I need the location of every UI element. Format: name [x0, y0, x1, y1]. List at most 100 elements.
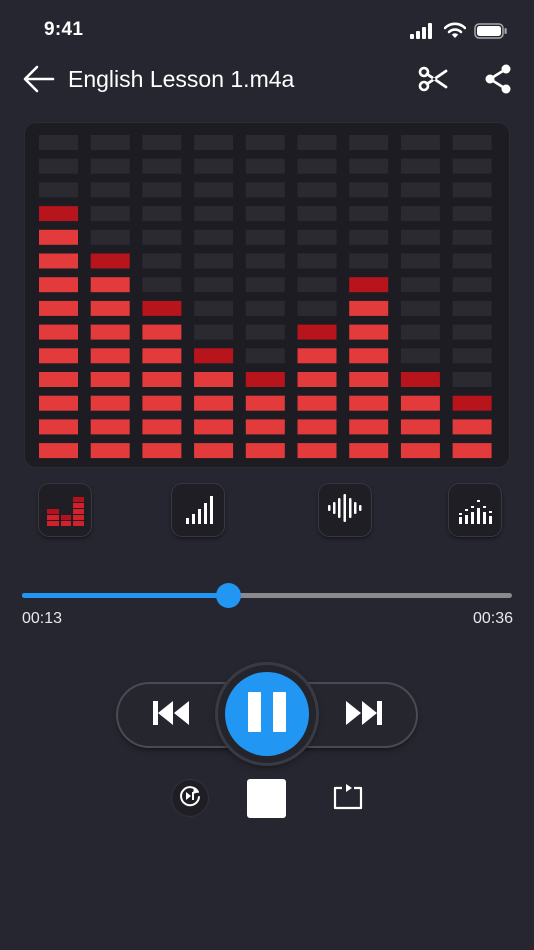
equalizer-segment: [90, 158, 130, 174]
equalizer-segment: [452, 348, 492, 364]
equalizer-segment: [297, 206, 337, 222]
next-button[interactable]: [333, 690, 395, 740]
page-title: English Lesson 1.m4a: [68, 66, 295, 92]
progress-thumb[interactable]: [215, 583, 241, 608]
equalizer-segment-lit: [142, 300, 182, 316]
pause-button[interactable]: [225, 672, 309, 756]
signal-bars-icon: [178, 488, 218, 533]
equalizer-segment: [194, 277, 234, 293]
status-time: 9:41: [44, 19, 84, 40]
equalizer-segment: [245, 229, 285, 245]
trim-button[interactable]: [414, 62, 452, 100]
equalizer-segment: [90, 135, 130, 150]
equalizer-segment: [194, 229, 234, 245]
replay-icon: [177, 783, 203, 814]
equalizer-segment: [452, 182, 492, 198]
equalizer-segment: [194, 182, 234, 198]
equalizer-segment-lit: [39, 443, 78, 459]
equalizer-segment: [452, 135, 492, 150]
equalizer-segment-lit: [194, 443, 234, 459]
equalizer-segment-lit: [39, 277, 78, 293]
header: English Lesson 1.m4a: [0, 58, 534, 104]
equalizer-segment-lit: [142, 443, 182, 459]
equalizer-segment: [452, 372, 492, 387]
equalizer-segment: [245, 277, 285, 293]
status-bar: 9:41: [0, 0, 534, 60]
equalizer-segment-lit: [90, 443, 130, 459]
equalizer-segment: [400, 158, 440, 174]
equalizer-segment-lit: [349, 443, 389, 459]
equalizer-segment: [194, 300, 234, 316]
wave-mode-button[interactable]: [319, 484, 371, 536]
equalizer-segment-lit: [39, 324, 78, 340]
equalizer-segment: [349, 158, 389, 174]
repeat-icon: [332, 782, 364, 815]
equalizer-segment: [297, 300, 337, 316]
status-icons: [410, 22, 508, 44]
equalizer-segment-lit: [349, 324, 389, 340]
back-button[interactable]: [22, 64, 56, 98]
equalizer-segment: [90, 182, 130, 198]
equalizer-segment-lit: [400, 395, 440, 411]
equalizer-segment: [245, 135, 285, 150]
equalizer-segment: [142, 229, 182, 245]
equalizer-segment: [297, 253, 337, 269]
equalizer-segment: [245, 182, 285, 198]
equalizer-segment-lit: [349, 395, 389, 411]
skip-forward-icon: [345, 699, 383, 732]
equalizer-segment: [142, 158, 182, 174]
equalizer-segment-lit: [297, 395, 337, 411]
playback-progress-slider[interactable]: [22, 583, 512, 608]
equalizer-segment: [245, 348, 285, 364]
visualizer-mode-selector: [0, 480, 534, 542]
equalizer-segment: [39, 158, 78, 174]
equalizer-segment: [400, 229, 440, 245]
total-duration: 00:36: [472, 610, 513, 627]
share-icon: [483, 63, 513, 100]
equalizer-segment-lit: [39, 300, 78, 316]
equalizer-segment-lit: [39, 253, 78, 269]
cellular-signal-icon: [410, 22, 436, 44]
equalizer-segment: [400, 324, 440, 340]
signal-mode-button[interactable]: [172, 484, 224, 536]
bars-mode-button[interactable]: [39, 484, 91, 536]
equalizer-segment: [452, 300, 492, 316]
equalizer-segment-lit: [90, 277, 130, 293]
equalizer-segment-lit: [452, 443, 492, 459]
equalizer-segment: [245, 253, 285, 269]
equalizer-segment-lit: [142, 395, 182, 411]
repeat-button[interactable]: [330, 782, 366, 814]
equalizer-segment: [349, 182, 389, 198]
equalizer-segment: [349, 135, 389, 150]
equalizer-segment-lit: [90, 372, 130, 387]
equalizer-segment: [142, 277, 182, 293]
equalizer-segment: [349, 229, 389, 245]
equalizer-segment: [400, 182, 440, 198]
equalizer-segment-lit: [349, 348, 389, 364]
dots-mode-button[interactable]: [449, 484, 501, 536]
equalizer-segment-lit: [400, 419, 440, 435]
equalizer-segment: [400, 348, 440, 364]
equalizer-segment: [39, 135, 78, 150]
equalizer-segment: [194, 206, 234, 222]
skip-back-icon: [152, 699, 190, 732]
equalizer-segment: [245, 300, 285, 316]
share-button[interactable]: [480, 62, 516, 100]
equalizer-segment-lit: [90, 253, 130, 269]
equalizer-segment-lit: [400, 443, 440, 459]
equalizer-segment-lit: [452, 395, 492, 411]
equalizer-segment-lit: [90, 395, 130, 411]
equalizer-segment: [194, 253, 234, 269]
equalizer-segment-lit: [400, 372, 440, 387]
battery-icon: [474, 22, 508, 44]
stop-button[interactable]: [247, 779, 286, 818]
previous-button[interactable]: [140, 690, 202, 740]
equalizer-segment: [142, 206, 182, 222]
equalizer-segment: [245, 158, 285, 174]
equalizer-segment: [349, 206, 389, 222]
equalizer-segment: [39, 182, 78, 198]
equalizer-segment: [452, 158, 492, 174]
equalizer-segment-lit: [297, 372, 337, 387]
replay-button[interactable]: [172, 780, 208, 816]
equalizer-segment: [90, 206, 130, 222]
